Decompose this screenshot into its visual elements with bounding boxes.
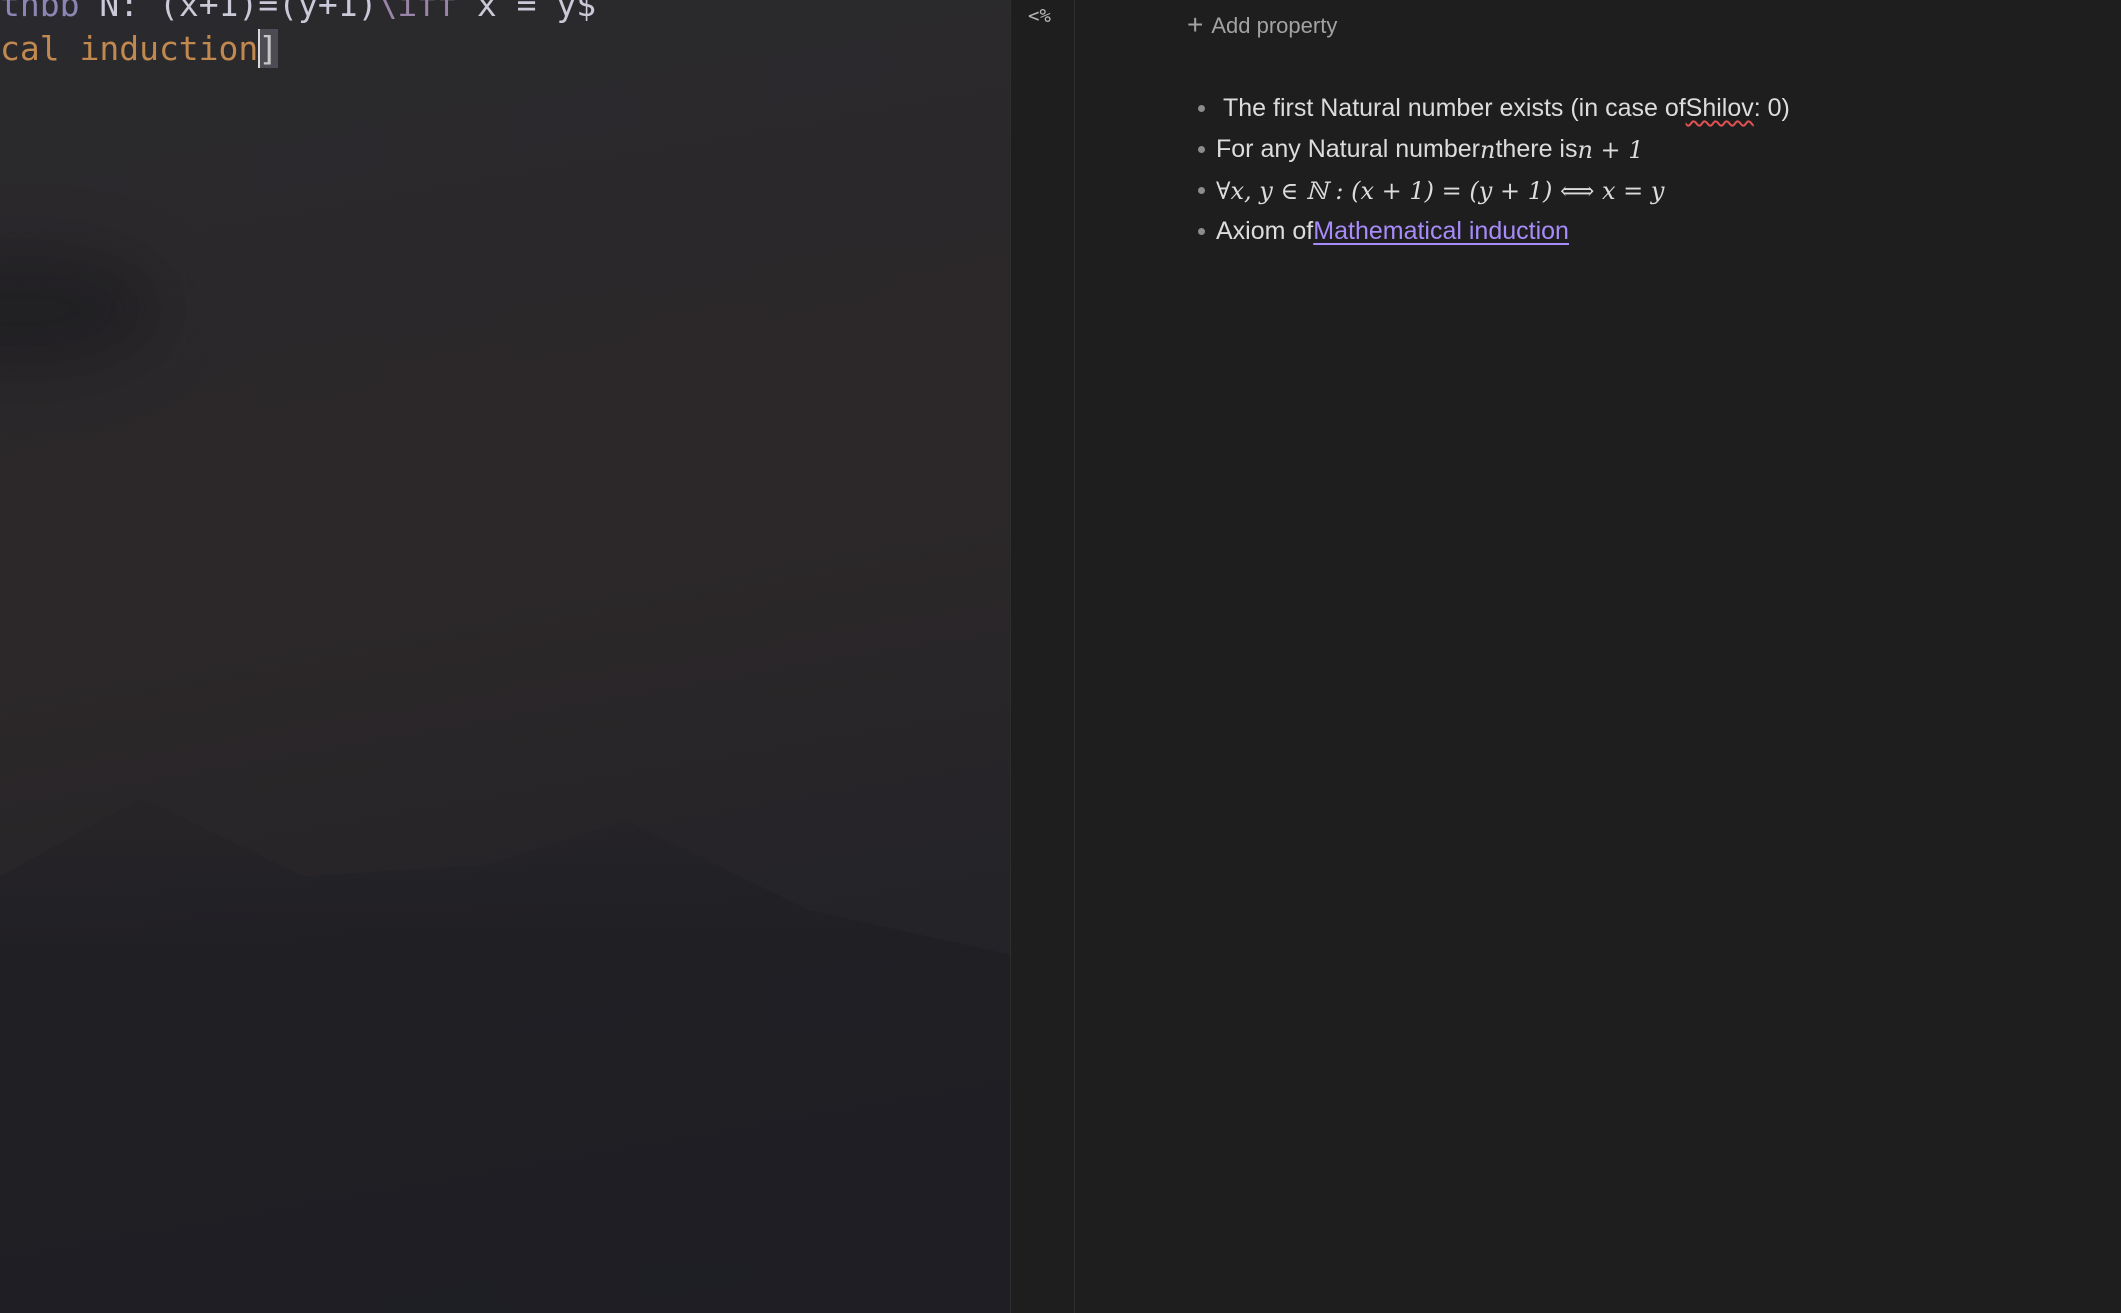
text-cursor: ] bbox=[258, 29, 279, 68]
bullet-list: The first Natural number exists (in case… bbox=[1198, 88, 1790, 252]
add-property-label: Add property bbox=[1211, 13, 1338, 38]
bullet-dot bbox=[1198, 105, 1205, 112]
code-token-iff: \iff bbox=[377, 0, 457, 24]
code-token-tail: x = y$ bbox=[456, 0, 597, 24]
add-property-button[interactable]: + Add property bbox=[1187, 9, 1338, 40]
item-text: Axiom of bbox=[1216, 217, 1314, 245]
background-shade bbox=[0, 250, 160, 370]
item-text: The first Natural number exists (in case… bbox=[1223, 94, 1686, 122]
code-line-2[interactable]: cal induction] bbox=[0, 29, 279, 68]
math-inline: n bbox=[1480, 135, 1496, 164]
app-window: thbb N: (x+1)=(y+1)\iff x = y$ cal induc… bbox=[0, 0, 2121, 1313]
bullet-dot bbox=[1198, 228, 1205, 235]
code-token-wikilink: cal induction bbox=[0, 29, 259, 68]
item-text: For any Natural number bbox=[1216, 135, 1481, 163]
plus-icon: + bbox=[1187, 9, 1204, 40]
code-token-expression: N: (x+1)=(y+1) bbox=[79, 0, 378, 24]
code-token-command: thbb bbox=[0, 0, 80, 24]
math-inline: n + 1 bbox=[1577, 135, 1644, 164]
gutter-label: <% bbox=[1028, 5, 1051, 27]
background-landscape bbox=[0, 797, 1010, 1313]
bullet-dot bbox=[1198, 146, 1205, 153]
list-item: For any Natural number n there is n + 1 bbox=[1198, 129, 1790, 170]
internal-link[interactable]: Mathematical induction bbox=[1313, 217, 1569, 246]
list-item: Axiom of Mathematical induction bbox=[1198, 211, 1790, 252]
list-item: ∀x, y ∈ ℕ : (x + 1) = (y + 1) ⟺ x = y bbox=[1198, 170, 1790, 211]
source-editor[interactable]: thbb N: (x+1)=(y+1)\iff x = y$ cal induc… bbox=[0, 0, 1010, 1313]
reading-preview: + Add property The first Natural number … bbox=[1075, 0, 2121, 1313]
pane-divider: <% bbox=[1010, 0, 1075, 1313]
misspelled-word[interactable]: Shilov bbox=[1686, 94, 1754, 123]
code-line-1[interactable]: thbb N: (x+1)=(y+1)\iff x = y$ bbox=[0, 0, 596, 21]
bullet-dot bbox=[1198, 187, 1205, 194]
math-formula: ∀x, y ∈ ℕ : (x + 1) = (y + 1) ⟺ x = y bbox=[1216, 176, 1665, 205]
item-text-suffix: : 0) bbox=[1753, 94, 1790, 122]
list-item: The first Natural number exists (in case… bbox=[1198, 88, 1790, 129]
item-text-middle: there is bbox=[1495, 135, 1578, 163]
